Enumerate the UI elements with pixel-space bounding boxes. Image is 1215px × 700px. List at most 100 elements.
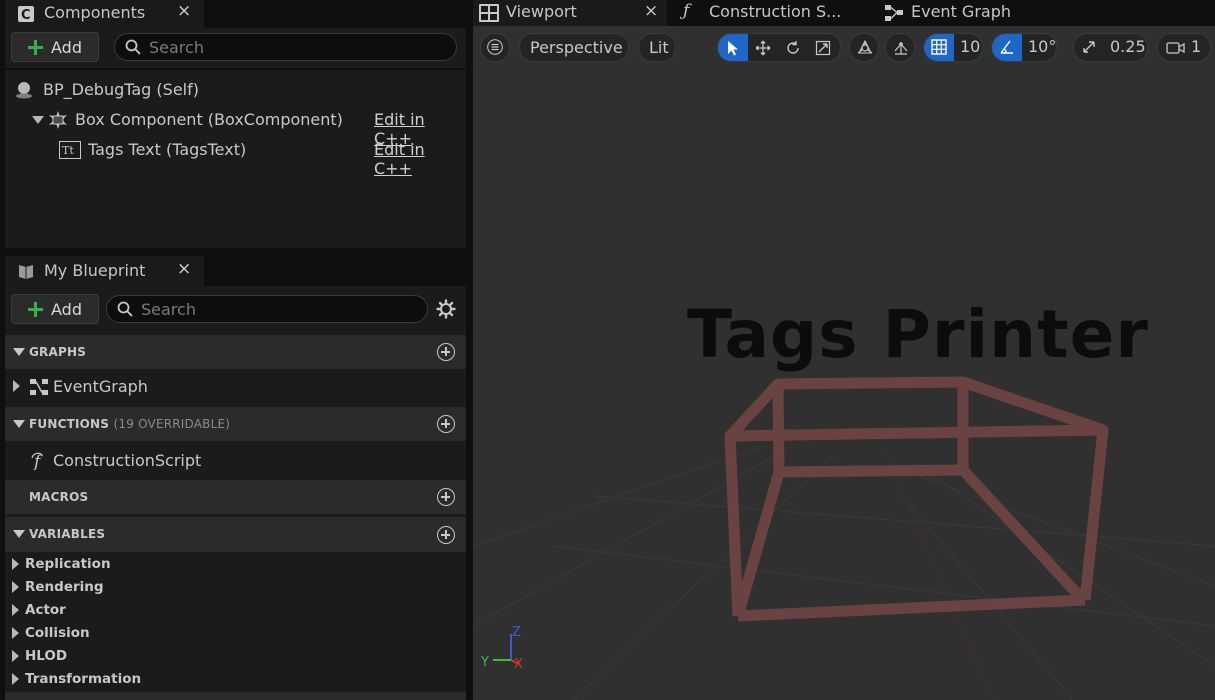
scale-tool-button[interactable] (808, 34, 838, 61)
book-icon (19, 265, 33, 279)
camera-speed-value: 1 (1191, 37, 1202, 56)
tab-construction-script[interactable]: ƒ Construction S... (673, 0, 863, 26)
category-label: Transformation (25, 671, 142, 687)
gear-icon[interactable] (436, 299, 456, 319)
rotate-tool-button[interactable] (778, 34, 808, 61)
tree-row-box-component[interactable]: Box Component (BoxComponent) Edit in C++ (5, 105, 466, 148)
function-item-constructionscript[interactable]: f ConstructionScript (5, 443, 466, 479)
components-tabstrip: C Components × (0, 0, 470, 28)
perspective-label: Perspective (530, 38, 623, 57)
viewport-icon (479, 4, 499, 22)
grid-snap-value[interactable]: 10 (960, 37, 980, 56)
camera-speed-control[interactable]: 1 (1157, 33, 1211, 62)
perspective-button[interactable]: Perspective (519, 33, 629, 62)
grid-snap-control: 10 (923, 33, 983, 62)
variable-category[interactable]: Rendering (5, 576, 466, 599)
graph-icon (30, 379, 48, 395)
scale-snap-toggle[interactable] (1074, 34, 1104, 61)
svg-text:Tt: Tt (62, 144, 74, 157)
macros-title: MACROS (29, 490, 89, 504)
rotation-snap-value[interactable]: 10° (1028, 37, 1056, 56)
plus-icon (28, 39, 43, 55)
scale-snap-icon (1083, 41, 1095, 53)
close-icon[interactable]: × (644, 1, 658, 21)
category-label: Rendering (25, 579, 104, 595)
functions-subtitle: (19 OVERRIDABLE) (113, 417, 231, 431)
blueprint-add-button[interactable]: Add (11, 294, 99, 324)
local-space-button[interactable] (849, 33, 879, 62)
left-column: C Components × Add BP_DebugTag (Self) (0, 0, 470, 700)
category-label: Collision (25, 625, 90, 641)
cursor-icon (728, 41, 738, 56)
chevron-down-icon[interactable] (32, 116, 44, 124)
scale-icon (815, 40, 831, 56)
axis-y-label: Y (481, 655, 489, 670)
tab-event-graph[interactable]: Event Graph (875, 0, 1035, 26)
next-section-edge (5, 692, 466, 700)
components-tab-label: Components (44, 3, 146, 22)
graph-icon (885, 5, 903, 21)
variable-category[interactable]: HLOD (5, 645, 466, 668)
blueprint-search (106, 295, 428, 323)
axis-gizmo: Z Y X (481, 625, 523, 672)
tab-viewport[interactable]: Viewport × (473, 0, 667, 26)
graph-item-eventgraph[interactable]: EventGraph (5, 369, 466, 405)
components-add-button[interactable]: Add (11, 32, 99, 62)
search-icon (117, 301, 133, 317)
chevron-right-icon (12, 627, 19, 639)
add-variable-icon[interactable] (437, 526, 455, 544)
edit-in-cpp-link[interactable]: Edit in C++ (374, 140, 466, 178)
surface-snap-button[interactable] (885, 33, 915, 62)
my-blueprint-close-icon[interactable]: × (177, 259, 191, 279)
function-item-label: ConstructionScript (53, 451, 202, 470)
functions-title-text: FUNCTIONS (29, 417, 110, 431)
variable-category[interactable]: Transformation (5, 668, 466, 691)
add-graph-icon[interactable] (437, 343, 455, 361)
tree-row-self[interactable]: BP_DebugTag (Self) (5, 75, 466, 105)
chevron-right-icon[interactable] (13, 380, 20, 392)
tree-label-self: BP_DebugTag (Self) (43, 80, 199, 99)
grid-snap-toggle[interactable] (924, 34, 954, 61)
select-tool-button[interactable] (718, 34, 748, 61)
box-component-wireframe[interactable] (473, 26, 1215, 700)
variables-section-header[interactable]: VARIABLES (5, 517, 466, 552)
components-panel: Add BP_DebugTag (Self) Box Component (5, 28, 466, 248)
viewport-scene[interactable]: Tags Printer Z Y X Perspective Lit 10 10… (473, 26, 1215, 700)
variables-title: VARIABLES (29, 527, 106, 541)
chevron-right-icon (12, 650, 19, 662)
tab-construction-label: Construction S... (709, 2, 842, 21)
surface-snap-icon (894, 42, 908, 55)
rotation-snap-toggle[interactable] (992, 34, 1022, 61)
my-blueprint-tab[interactable]: My Blueprint × (5, 256, 204, 286)
blueprint-add-label: Add (51, 299, 82, 319)
components-close-icon[interactable]: × (177, 1, 191, 21)
components-search-input[interactable] (149, 34, 422, 60)
tab-viewport-label: Viewport (506, 2, 577, 21)
graphs-title: GRAPHS (29, 345, 87, 359)
function-icon: ƒ (683, 1, 690, 21)
variable-category[interactable]: Actor (5, 599, 466, 622)
graphs-section-header[interactable]: GRAPHS (5, 335, 466, 369)
add-function-icon[interactable] (437, 415, 455, 433)
add-macro-icon[interactable] (437, 488, 455, 506)
scale-snap-value[interactable]: 0.25 (1110, 37, 1146, 56)
chevron-down-icon (13, 530, 25, 538)
tree-label-box-component: Box Component (BoxComponent) (75, 110, 343, 129)
variable-category[interactable]: Replication (5, 553, 466, 576)
macros-section-header[interactable]: MACROS (5, 480, 466, 514)
actor-icon (16, 82, 32, 99)
viewport-menu-button[interactable] (480, 33, 510, 62)
chevron-right-icon (12, 581, 19, 593)
hamburger-icon (487, 39, 503, 55)
variable-category[interactable]: Collision (5, 622, 466, 645)
chevron-right-icon (12, 673, 19, 685)
lit-button[interactable]: Lit (638, 33, 676, 62)
chevron-down-icon (13, 420, 25, 428)
tree-row-tags-text[interactable]: Tt Tags Text (TagsText) Edit in C++ (5, 135, 466, 178)
components-tab[interactable]: C Components × (5, 0, 204, 28)
rotate-icon (787, 41, 799, 54)
blueprint-search-input[interactable] (141, 296, 397, 322)
translate-tool-button[interactable] (748, 34, 778, 61)
axis-z-label: Z (512, 625, 521, 640)
functions-section-header[interactable]: FUNCTIONS (19 OVERRIDABLE) (5, 407, 466, 441)
